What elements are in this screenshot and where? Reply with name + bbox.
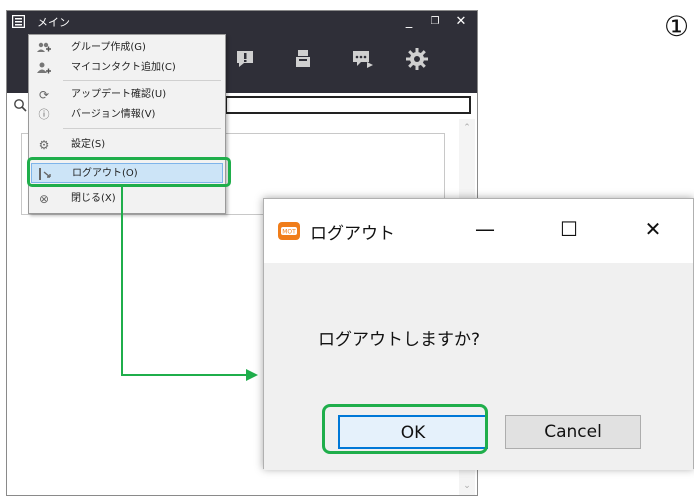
dialog-title: ログアウト: [310, 224, 395, 244]
dialog-message: ログアウトしますか?: [318, 330, 481, 350]
app-logo-icon: MOT: [278, 222, 300, 240]
ok-highlight: [322, 404, 488, 454]
dialog-minimize-button[interactable]: —: [470, 217, 500, 241]
cancel-button[interactable]: Cancel: [505, 415, 641, 449]
dialog-close-button[interactable]: ✕: [638, 217, 668, 241]
dialog-maximize-button[interactable]: ☐: [554, 217, 584, 241]
svg-text:MOT: MOT: [282, 229, 296, 236]
